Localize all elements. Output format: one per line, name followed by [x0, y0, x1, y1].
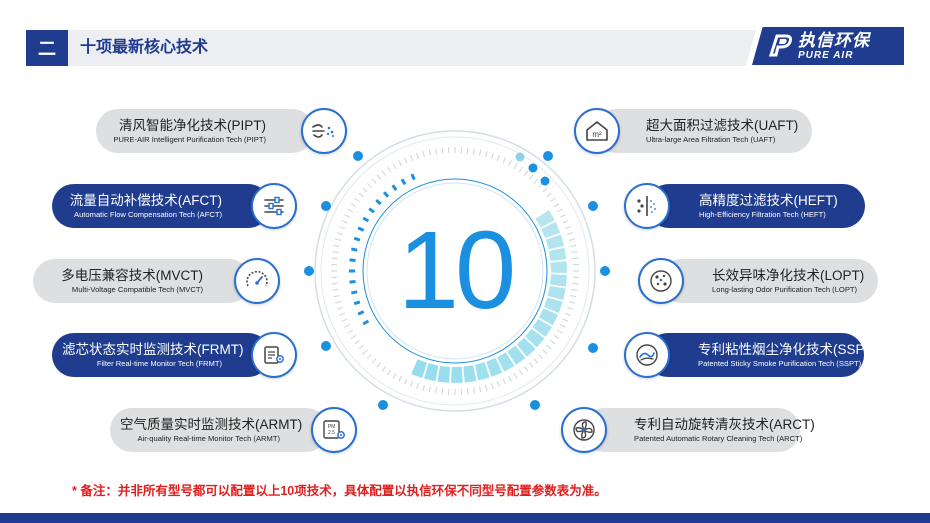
- page-title: 十项最新核心技术: [80, 39, 209, 56]
- tech-en-label: High-Efficiency Filtration Tech (HEFT): [699, 210, 826, 219]
- tech-en-label: Automatic Flow Compensation Tech (AFCT): [74, 210, 222, 219]
- tech-item-arct: 专利自动旋转清灰技术(ARCT) Patented Automatic Rota…: [582, 408, 815, 452]
- gauge-icon: [234, 258, 280, 304]
- pm25-gear-icon: PM 2.5: [311, 407, 357, 453]
- svg-text:m²: m²: [592, 130, 602, 139]
- tech-en-label: Long-lasting Odor Purification Tech (LOP…: [712, 285, 858, 294]
- tech-cn-label: 超大面积过滤技术(UAFT): [646, 118, 799, 133]
- tech-item-sspt: 专利粘性烟尘净化技术(SSPT) Patented Sticky Smoke P…: [646, 333, 878, 377]
- tech-cn-label: 专利自动旋转清灰技术(ARCT): [634, 417, 815, 432]
- logo-cn-text: 执信环保: [798, 30, 870, 50]
- logo-en-text: PURE AIR: [798, 49, 854, 61]
- tech-cn-label: 长效异味净化技术(LOPT): [712, 268, 865, 283]
- tech-item-uaft: 超大面积过滤技术(UAFT) Ultra-large Area Filtrati…: [594, 109, 812, 153]
- tech-cn-label: 高精度过滤技术(HEFT): [699, 193, 838, 208]
- tech-en-label: PURE-AIR Intelligent Purification Tech (…: [113, 135, 266, 144]
- tech-cn-label: 多电压兼容技术(MVCT): [61, 268, 203, 283]
- tech-en-label: Air-quality Real-time Monitor Tech (ARMT…: [137, 434, 281, 443]
- logo-mark-icon: [768, 34, 792, 57]
- filter-particles-icon: [624, 183, 670, 229]
- house-m2-icon: m²: [574, 108, 620, 154]
- tech-cn-label: 专利粘性烟尘净化技术(SSPT): [698, 342, 878, 357]
- sliders-icon: [251, 183, 297, 229]
- odor-particles-icon: [638, 258, 684, 304]
- tech-item-armt: 空气质量实时监测技术(ARMT) Air-quality Real-time M…: [110, 408, 328, 452]
- section-number: 二: [26, 30, 68, 66]
- tech-cn-label: 空气质量实时监测技术(ARMT): [120, 417, 303, 432]
- tech-item-frmt: 滤芯状态实时监测技术(FRMT) Filter Real-time Monito…: [52, 333, 270, 377]
- smoke-swirl-icon: [624, 332, 670, 378]
- tech-item-lopt: 长效异味净化技术(LOPT) Long-lasting Odor Purific…: [660, 259, 878, 303]
- tech-item-heft: 高精度过滤技术(HEFT) High-Efficiency Filtration…: [647, 184, 865, 228]
- monitor-gear-icon: [251, 332, 297, 378]
- fan-icon: [561, 407, 607, 453]
- footer-bar: [0, 513, 930, 523]
- center-number: 10: [397, 209, 516, 332]
- brand-logo: 执信环保 PURE AIR: [752, 27, 904, 65]
- tech-item-mvct: 多电压兼容技术(MVCT) Multi-Voltage Compatible T…: [33, 259, 251, 303]
- tech-en-label: Patented Automatic Rotary Cleaning Tech …: [634, 434, 803, 443]
- tech-en-label: Patented Sticky Smoke Purification Tech …: [698, 359, 862, 368]
- tech-en-label: Multi-Voltage Compatible Tech (MVCT): [71, 285, 203, 294]
- tech-cn-label: 滤芯状态实时监测技术(FRMT): [62, 342, 244, 357]
- wind-icon: [301, 108, 347, 154]
- svg-text:2.5: 2.5: [328, 430, 335, 436]
- tech-en-label: Filter Real-time Monitor Tech (FRMT): [96, 359, 222, 368]
- tech-cn-label: 清风智能净化技术(PIPT): [119, 118, 266, 133]
- tech-item-afct: 流量自动补偿技术(AFCT) Automatic Flow Compensati…: [52, 184, 270, 228]
- footnote: * 备注：并非所有型号都可以配置以上10项技术，具体配置以执信环保不同型号配置参…: [72, 484, 607, 498]
- tech-item-pipt: 清风智能净化技术(PIPT) PURE-AIR Intelligent Puri…: [96, 109, 314, 153]
- tech-en-label: Ultra-large Area Filtration Tech (UAFT): [646, 135, 776, 144]
- tech-cn-label: 流量自动补偿技术(AFCT): [69, 193, 222, 208]
